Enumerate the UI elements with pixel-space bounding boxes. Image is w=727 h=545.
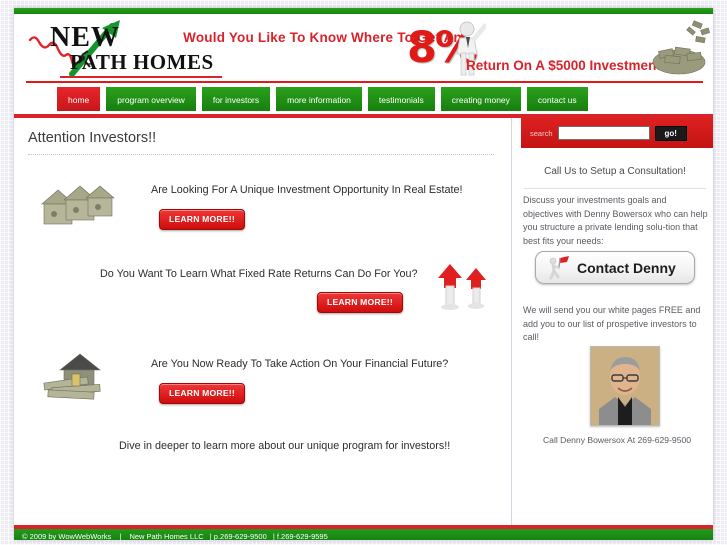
- site-page: NEW PATH HOMES Would You Like To Know Wh…: [14, 8, 713, 540]
- sidebar-caption: Call Denny Bowersox At 269-629-9500: [542, 435, 692, 445]
- contact-denny-label: Contact Denny: [577, 259, 676, 276]
- learn-more-button-2[interactable]: LEARN MORE!!: [317, 292, 403, 313]
- house-on-money-stack-image: [43, 353, 101, 400]
- learn-more-button-3[interactable]: LEARN MORE!!: [159, 383, 245, 404]
- promo-row-3: Are You Now Ready To Take Action On Your…: [14, 340, 511, 420]
- promo-row-2: Do You Want To Learn What Fixed Rate Ret…: [14, 258, 511, 338]
- running-person-flag-icon: [549, 255, 569, 279]
- page-title: Attention Investors!!: [28, 130, 157, 146]
- sidebar-note: We will send you our white pages FREE an…: [523, 305, 701, 342]
- money-pile-image: [652, 20, 711, 75]
- learn-more-button-1[interactable]: LEARN MORE!!: [159, 209, 245, 230]
- nav-item-home[interactable]: home: [56, 86, 102, 112]
- title-divider: [28, 154, 494, 155]
- search-widget: search go!: [521, 118, 713, 148]
- promo-text-3: Are You Now Ready To Take Action On Your…: [151, 358, 449, 370]
- page-content: Attention Investors!! Are Looking For A …: [14, 118, 713, 525]
- promo-text-1: Are Looking For A Unique Investment Oppo…: [151, 184, 463, 196]
- site-logo[interactable]: NEW PATH HOMES: [28, 18, 222, 80]
- search-go-button[interactable]: go!: [654, 125, 687, 141]
- right-sidebar: search go! Call Us to Setup a Consultati…: [511, 118, 713, 525]
- footer-fax: | f.269-629-9595: [272, 532, 328, 540]
- footer-copyright: © 2009 by WowWebWorks: [22, 532, 112, 540]
- footer-phone: | p.269-629-9500: [209, 532, 267, 540]
- header-banner: NEW PATH HOMES Would You Like To Know Wh…: [14, 14, 713, 86]
- figures-with-red-arrows-image: [438, 264, 486, 310]
- main-navigation: home program overview for investors more in…: [14, 86, 713, 114]
- nav-item-more-information[interactable]: more information: [275, 86, 363, 112]
- sidebar-divider: [524, 188, 706, 189]
- denny-bowersox-portrait: [590, 346, 660, 426]
- nav-item-for-investors[interactable]: for investors: [200, 86, 272, 112]
- nav-item-creating-money[interactable]: creating money: [439, 86, 522, 112]
- main-column: Attention Investors!! Are Looking For A …: [14, 118, 511, 525]
- promo-row-1: Are Looking For A Unique Investment Oppo…: [14, 166, 511, 251]
- sidebar-paragraph: Discuss your investments goals and objec…: [523, 195, 708, 246]
- footer-company: New Path Homes LLC: [129, 532, 204, 540]
- logo-text-path-homes: PATH HOMES: [70, 50, 214, 74]
- banner-red-rule: [26, 81, 703, 83]
- promo-text-2: Do You Want To Learn What Fixed Rate Ret…: [100, 268, 418, 280]
- nav-item-program-overview[interactable]: program overview: [105, 86, 197, 112]
- nav-item-contact-us[interactable]: contact us: [525, 86, 589, 112]
- banner-headline-tail: Return On A $5000 Investment?: [466, 58, 670, 73]
- site-footer: © 2009 by WowWebWorks | New Path Homes L…: [14, 529, 713, 540]
- search-input[interactable]: [557, 126, 650, 140]
- houses-made-of-money-image: [41, 185, 115, 225]
- nav-item-testimonials[interactable]: testimonials: [366, 86, 436, 112]
- contact-denny-button[interactable]: Contact Denny: [535, 251, 695, 284]
- footer-separator: |: [119, 532, 122, 540]
- search-label: search: [530, 128, 553, 138]
- closing-text: Dive in deeper to learn more about our u…: [119, 440, 451, 452]
- logo-underline: [60, 76, 222, 78]
- sidebar-heading: Call Us to Setup a Consultation!: [544, 166, 686, 177]
